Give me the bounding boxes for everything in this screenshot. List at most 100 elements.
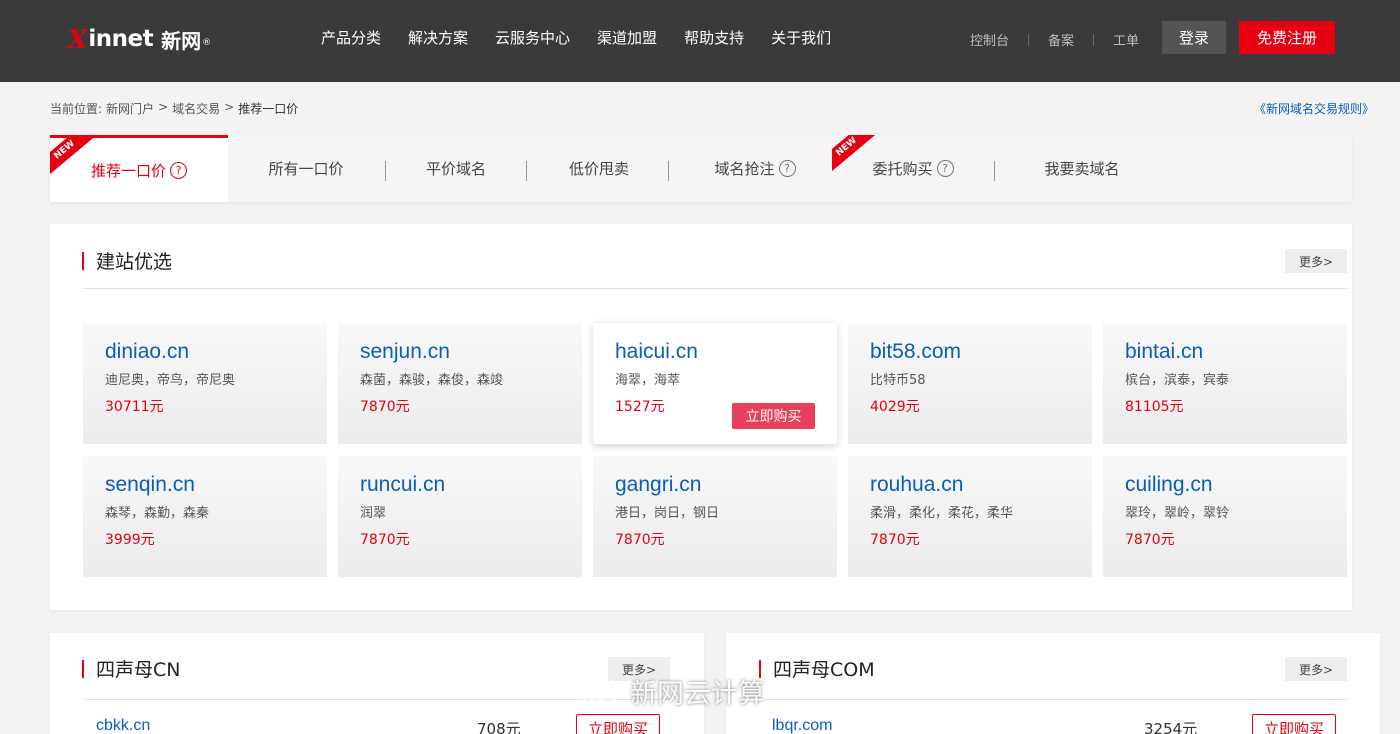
section-title-text: 四声母CN bbox=[96, 659, 181, 681]
nav-solutions[interactable]: 解决方案 bbox=[408, 27, 468, 48]
more-button[interactable]: 更多> bbox=[1285, 249, 1347, 273]
domain-price: 7870元 bbox=[360, 399, 410, 415]
nav-products[interactable]: 产品分类 bbox=[321, 27, 381, 48]
domain-meaning: 森菌，森骏，森俊，森竣 bbox=[360, 373, 504, 388]
domain-name[interactable]: diniao.cn bbox=[105, 340, 189, 364]
help-icon[interactable]: ? bbox=[936, 160, 954, 177]
domain-card[interactable]: cuiling.cn 翠玲，翠岭，翠铃 7870元 bbox=[1103, 456, 1347, 577]
tab-clearance-sale[interactable]: 低价甩卖 bbox=[539, 135, 659, 202]
domain-meaning: 海翠，海萃 bbox=[615, 373, 681, 388]
four-initial-com-panel: 四声母COM 更多> lbqr.com 3254元 立即购买 bbox=[726, 633, 1380, 734]
section-title: 四声母COM bbox=[759, 655, 875, 682]
title-accent-bar bbox=[82, 251, 84, 270]
domain-name[interactable]: senqin.cn bbox=[105, 473, 195, 497]
logo-cn: 新网 bbox=[161, 28, 202, 53]
trade-rules-link[interactable]: 《新网域名交易规则》 bbox=[1254, 100, 1374, 117]
domain-card[interactable]: bintai.cn 槟台，滨泰，宾泰 81105元 bbox=[1103, 323, 1347, 444]
ticket-link[interactable]: 工单 bbox=[1113, 30, 1139, 49]
domain-name[interactable]: runcui.cn bbox=[360, 473, 445, 497]
domain-card[interactable]: bit58.com 比特币58 4029元 bbox=[848, 323, 1092, 444]
featured-domains-panel: 建站优选 更多> diniao.cn 迪尼奥，帝鸟，帝尼奥 30711元 sen… bbox=[50, 224, 1352, 610]
category-tabs: NEW 推荐一口价 ? 所有一口价 平价域名 低价甩卖 域名抢注 ? NEW 委… bbox=[50, 135, 1352, 202]
domain-meaning: 槟台，滨泰，宾泰 bbox=[1125, 373, 1230, 388]
nav-about[interactable]: 关于我们 bbox=[771, 27, 831, 48]
watermark-text: 新网云计算 bbox=[630, 679, 765, 710]
domain-meaning: 森琴，森勤，森秦 bbox=[105, 506, 210, 521]
breadcrumb-domain-trade[interactable]: 域名交易 bbox=[172, 100, 220, 117]
domain-price: 708元 bbox=[477, 720, 521, 734]
xinnet-logo[interactable]: X innet 新网 ® bbox=[68, 22, 211, 56]
tab-brokered-purchase[interactable]: NEW 委托购买 ? bbox=[832, 135, 994, 202]
domain-meaning: 润翠 bbox=[360, 506, 387, 521]
tab-label: 域名抢注 bbox=[714, 160, 775, 178]
domain-name[interactable]: bit58.com bbox=[870, 340, 961, 364]
domain-card[interactable]: runcui.cn 润翠 7870元 bbox=[338, 456, 582, 577]
domain-card[interactable]: gangri.cn 港日，岗日，钢日 7870元 bbox=[593, 456, 837, 577]
weibo-watermark: 新网云计算 bbox=[580, 672, 765, 711]
header-utility-links: 控制台 备案 工单 bbox=[970, 30, 1139, 49]
tab-label: 所有一口价 bbox=[268, 160, 344, 178]
nav-cloud-services[interactable]: 云服务中心 bbox=[495, 27, 570, 48]
domain-meaning: 柔滑，柔化，柔花，柔华 bbox=[870, 506, 1014, 521]
login-button[interactable]: 登录 bbox=[1162, 21, 1226, 54]
more-button[interactable]: 更多> bbox=[1285, 657, 1347, 681]
breadcrumb-home[interactable]: 新网门户 bbox=[106, 100, 154, 117]
domain-meaning: 迪尼奥，帝鸟，帝尼奥 bbox=[105, 373, 236, 388]
console-link[interactable]: 控制台 bbox=[970, 30, 1009, 49]
tab-domain-backorder[interactable]: 域名抢注 ? bbox=[680, 135, 830, 202]
domain-price: 1527元 bbox=[615, 399, 665, 415]
logo-word: innet bbox=[88, 26, 154, 52]
domain-card[interactable]: senqin.cn 森琴，森勤，森秦 3999元 bbox=[83, 456, 327, 577]
help-icon[interactable]: ? bbox=[170, 161, 187, 179]
domain-card-hovered[interactable]: haicui.cn 海翠，海萃 1527元 立即购买 bbox=[593, 323, 837, 444]
nav-partners[interactable]: 渠道加盟 bbox=[597, 27, 657, 48]
section-title: 四声母CN bbox=[82, 655, 180, 682]
domain-name[interactable]: cbkk.cn bbox=[96, 717, 150, 734]
domain-price: 7870元 bbox=[870, 532, 920, 548]
domain-card[interactable]: senjun.cn 森菌，森骏，森俊，森竣 7870元 bbox=[338, 323, 582, 444]
tab-recommended-fixed-price[interactable]: NEW 推荐一口价 ? bbox=[50, 135, 228, 202]
domain-meaning: 比特币58 bbox=[870, 373, 926, 388]
breadcrumb: 当前位置: 新网门户 > 域名交易 > 推荐一口价 bbox=[50, 100, 298, 117]
tab-all-fixed-price[interactable]: 所有一口价 bbox=[246, 135, 366, 202]
tab-label: 推荐一口价 bbox=[90, 161, 166, 180]
domain-price: 7870元 bbox=[360, 532, 410, 548]
header-divider bbox=[1028, 33, 1030, 46]
title-accent-bar bbox=[82, 659, 84, 678]
section-title-text: 建站优选 bbox=[96, 251, 173, 273]
tab-label: 我要卖域名 bbox=[1044, 160, 1120, 178]
domain-name[interactable]: lbqr.com bbox=[772, 717, 832, 734]
buy-now-button[interactable]: 立即购买 bbox=[576, 714, 660, 734]
header-divider bbox=[1093, 33, 1095, 46]
tab-affordable-domains[interactable]: 平价域名 bbox=[396, 135, 516, 202]
tab-label: 低价甩卖 bbox=[568, 160, 629, 178]
breadcrumb-separator: > bbox=[158, 100, 169, 114]
breadcrumb-current: 推荐一口价 bbox=[238, 102, 299, 116]
domain-name[interactable]: bintai.cn bbox=[1125, 340, 1203, 364]
weibo-icon bbox=[581, 679, 620, 707]
domain-name[interactable]: rouhua.cn bbox=[870, 473, 963, 497]
breadcrumb-prefix: 当前位置: bbox=[50, 102, 103, 116]
register-button[interactable]: 免费注册 bbox=[1239, 21, 1335, 54]
domain-price: 7870元 bbox=[615, 532, 665, 548]
logo-mark: X bbox=[68, 24, 88, 54]
buy-now-button[interactable]: 立即购买 bbox=[732, 403, 815, 429]
help-icon[interactable]: ? bbox=[778, 160, 796, 177]
domain-name[interactable]: cuiling.cn bbox=[1125, 473, 1213, 497]
section-title: 建站优选 bbox=[82, 247, 172, 274]
domain-price: 4029元 bbox=[870, 399, 920, 415]
icp-filing-link[interactable]: 备案 bbox=[1048, 30, 1074, 49]
tab-sell-domain[interactable]: 我要卖域名 bbox=[1012, 135, 1152, 202]
nav-support[interactable]: 帮助支持 bbox=[684, 27, 744, 48]
domain-name[interactable]: haicui.cn bbox=[615, 340, 698, 364]
domain-card[interactable]: diniao.cn 迪尼奥，帝鸟，帝尼奥 30711元 bbox=[83, 323, 327, 444]
domain-name[interactable]: senjun.cn bbox=[360, 340, 450, 364]
breadcrumb-separator: > bbox=[224, 100, 235, 114]
domain-price: 3999元 bbox=[105, 532, 155, 548]
tab-label: 平价域名 bbox=[425, 160, 486, 178]
main-nav: 产品分类 解决方案 云服务中心 渠道加盟 帮助支持 关于我们 bbox=[321, 27, 858, 48]
domain-name[interactable]: gangri.cn bbox=[615, 473, 701, 497]
buy-now-button[interactable]: 立即购买 bbox=[1252, 714, 1336, 734]
logo-registered: ® bbox=[202, 38, 212, 48]
domain-card[interactable]: rouhua.cn 柔滑，柔化，柔花，柔华 7870元 bbox=[848, 456, 1092, 577]
